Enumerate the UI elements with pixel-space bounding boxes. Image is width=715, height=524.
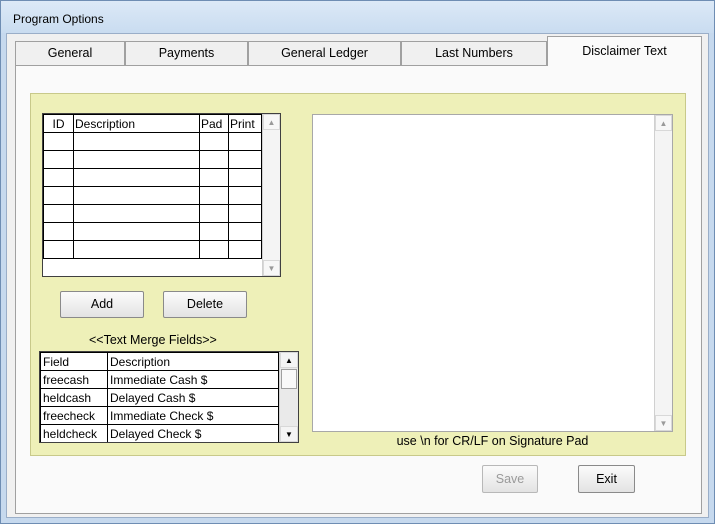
merge-fields-table: Field Description freecash Immediate Cas… <box>40 352 279 442</box>
column-header-description: Description <box>73 114 200 133</box>
table-row[interactable] <box>43 132 262 151</box>
tab-general[interactable]: General <box>15 41 125 66</box>
disclaimer-text-area[interactable]: ▲ ▼ <box>312 114 673 432</box>
tab-payments[interactable]: Payments <box>125 41 248 66</box>
table-row[interactable] <box>43 150 262 169</box>
scroll-up-icon[interactable]: ▲ <box>263 114 280 130</box>
scroll-thumb[interactable] <box>281 369 297 389</box>
merge-fields-grid[interactable]: Field Description freecash Immediate Cas… <box>39 351 299 443</box>
merge-field-name: freecash <box>40 370 108 389</box>
merge-field-name: heldcheck <box>40 424 108 442</box>
scroll-down-icon[interactable]: ▼ <box>655 415 672 431</box>
merge-field-description: Immediate Check $ <box>107 406 279 425</box>
disclaimer-grid[interactable]: ID Description Pad Print ▲ ▼ <box>42 113 281 277</box>
tab-disclaimer-text[interactable]: Disclaimer Text <box>547 36 702 66</box>
table-row[interactable]: heldcheck Delayed Check $ <box>40 424 279 442</box>
table-row[interactable] <box>43 186 262 205</box>
signature-pad-hint: use \n for CR/LF on Signature Pad <box>396 434 589 448</box>
table-header-row: Field Description <box>40 352 279 371</box>
merge-field-name: heldcash <box>40 388 108 407</box>
tab-general-ledger[interactable]: General Ledger <box>248 41 401 66</box>
save-button[interactable]: Save <box>482 465 538 493</box>
disclaimer-table: ID Description Pad Print <box>43 114 262 259</box>
add-button[interactable]: Add <box>60 291 144 318</box>
disclaimer-tab-panel: ID Description Pad Print ▲ ▼ Add Delete … <box>15 65 702 514</box>
window-client-area: General Payments General Ledger Last Num… <box>6 33 709 518</box>
table-row[interactable] <box>43 240 262 259</box>
column-header-field: Field <box>40 352 108 371</box>
merge-field-description: Immediate Cash $ <box>107 370 279 389</box>
disclaimer-text-scrollbar[interactable]: ▲ ▼ <box>654 115 672 431</box>
scroll-up-icon[interactable]: ▲ <box>655 115 672 131</box>
table-row[interactable]: heldcash Delayed Cash $ <box>40 388 279 407</box>
table-header-row: ID Description Pad Print <box>43 114 262 133</box>
merge-field-description: Delayed Cash $ <box>107 388 279 407</box>
merge-fields-caption: <<Text Merge Fields>> <box>89 333 217 347</box>
column-header-id: ID <box>43 114 74 133</box>
table-row[interactable]: freecash Immediate Cash $ <box>40 370 279 389</box>
disclaimer-panel: ID Description Pad Print ▲ ▼ Add Delete … <box>30 93 686 456</box>
merge-field-description: Delayed Check $ <box>107 424 279 442</box>
table-row[interactable] <box>43 222 262 241</box>
column-header-pad: Pad <box>199 114 229 133</box>
table-row[interactable] <box>43 204 262 223</box>
exit-button[interactable]: Exit <box>578 465 635 493</box>
merge-fields-scrollbar[interactable]: ▲ ▼ <box>279 352 298 442</box>
scroll-up-icon[interactable]: ▲ <box>280 352 298 368</box>
table-row[interactable]: freecheck Immediate Check $ <box>40 406 279 425</box>
tab-last-numbers[interactable]: Last Numbers <box>401 41 547 66</box>
merge-field-name: freecheck <box>40 406 108 425</box>
column-header-description: Description <box>107 352 279 371</box>
scroll-down-icon[interactable]: ▼ <box>280 426 298 442</box>
title-bar[interactable]: Program Options <box>1 1 714 33</box>
scroll-down-icon[interactable]: ▼ <box>263 260 280 276</box>
table-row[interactable] <box>43 168 262 187</box>
disclaimer-grid-scrollbar[interactable]: ▲ ▼ <box>262 114 280 276</box>
column-header-print: Print <box>228 114 262 133</box>
program-options-window: Program Options General Payments General… <box>0 0 715 524</box>
window-title: Program Options <box>13 12 104 26</box>
delete-button[interactable]: Delete <box>163 291 247 318</box>
